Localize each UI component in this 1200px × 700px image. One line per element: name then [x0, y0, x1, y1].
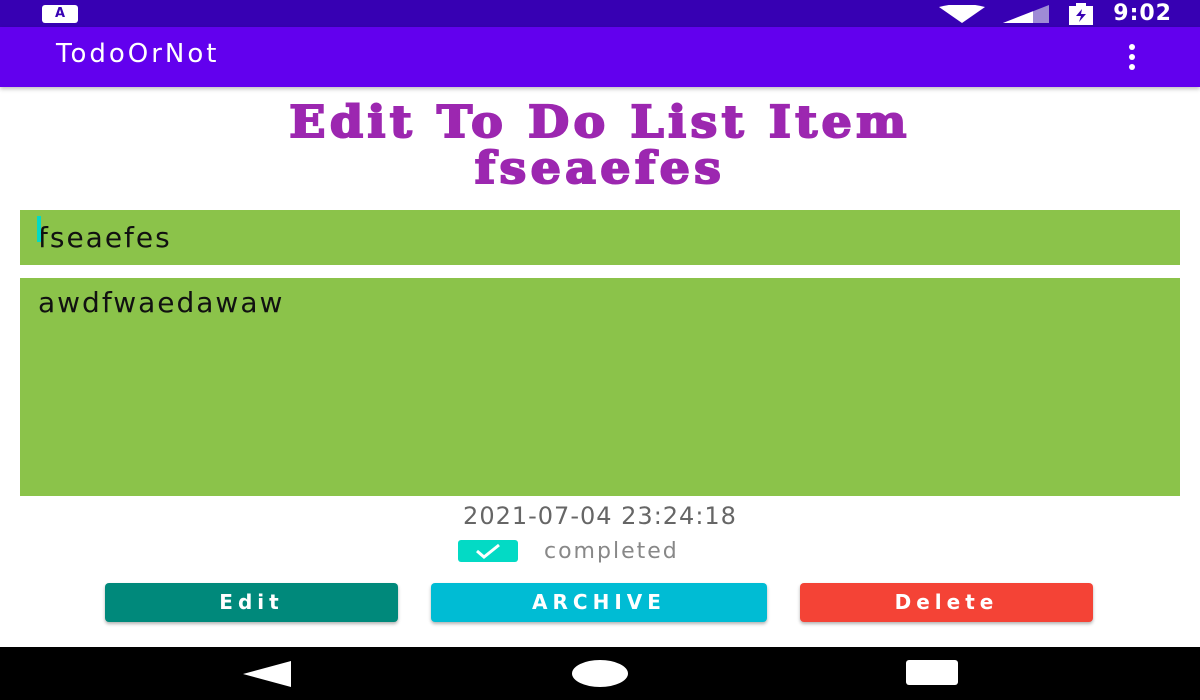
- overflow-dot: [1129, 64, 1135, 70]
- recents-icon[interactable]: [906, 660, 958, 685]
- archive-button[interactable]: ARCHIVE: [431, 583, 767, 622]
- page-heading: Edit To Do List Item fseaefes: [0, 97, 1200, 194]
- completed-row: completed: [458, 538, 679, 564]
- heading-line-2: fseaefes: [474, 143, 726, 194]
- completed-checkbox[interactable]: [458, 540, 518, 562]
- description-input[interactable]: awdfwaedawaw: [20, 278, 1180, 496]
- checkmark-icon: [476, 543, 500, 559]
- status-icons: 9:02: [939, 0, 1172, 27]
- status-bar: A 9:02: [0, 0, 1200, 27]
- app-bar: TodoOrNot: [0, 27, 1200, 87]
- navigation-bar: [0, 647, 1200, 700]
- heading-line-1: Edit To Do List Item: [288, 97, 911, 148]
- delete-button[interactable]: Delete: [800, 583, 1093, 622]
- back-icon[interactable]: [243, 661, 291, 687]
- notification-app-icon: A: [42, 5, 78, 23]
- app-title: TodoOrNot: [56, 39, 220, 69]
- wifi-icon: [939, 4, 986, 23]
- overflow-dot: [1129, 44, 1135, 50]
- edit-button[interactable]: Edit: [105, 583, 398, 622]
- title-input[interactable]: fseaefes: [20, 210, 1180, 265]
- overflow-dot: [1129, 54, 1135, 60]
- text-cursor: [37, 216, 41, 242]
- home-icon[interactable]: [572, 660, 628, 687]
- completed-label: completed: [544, 538, 679, 564]
- timestamp: 2021-07-04 23:24:18: [463, 502, 737, 530]
- cell-signal-icon: [1003, 4, 1050, 23]
- status-time: 9:02: [1113, 1, 1172, 26]
- battery-icon: [1069, 2, 1094, 25]
- overflow-menu-icon[interactable]: [1124, 44, 1140, 70]
